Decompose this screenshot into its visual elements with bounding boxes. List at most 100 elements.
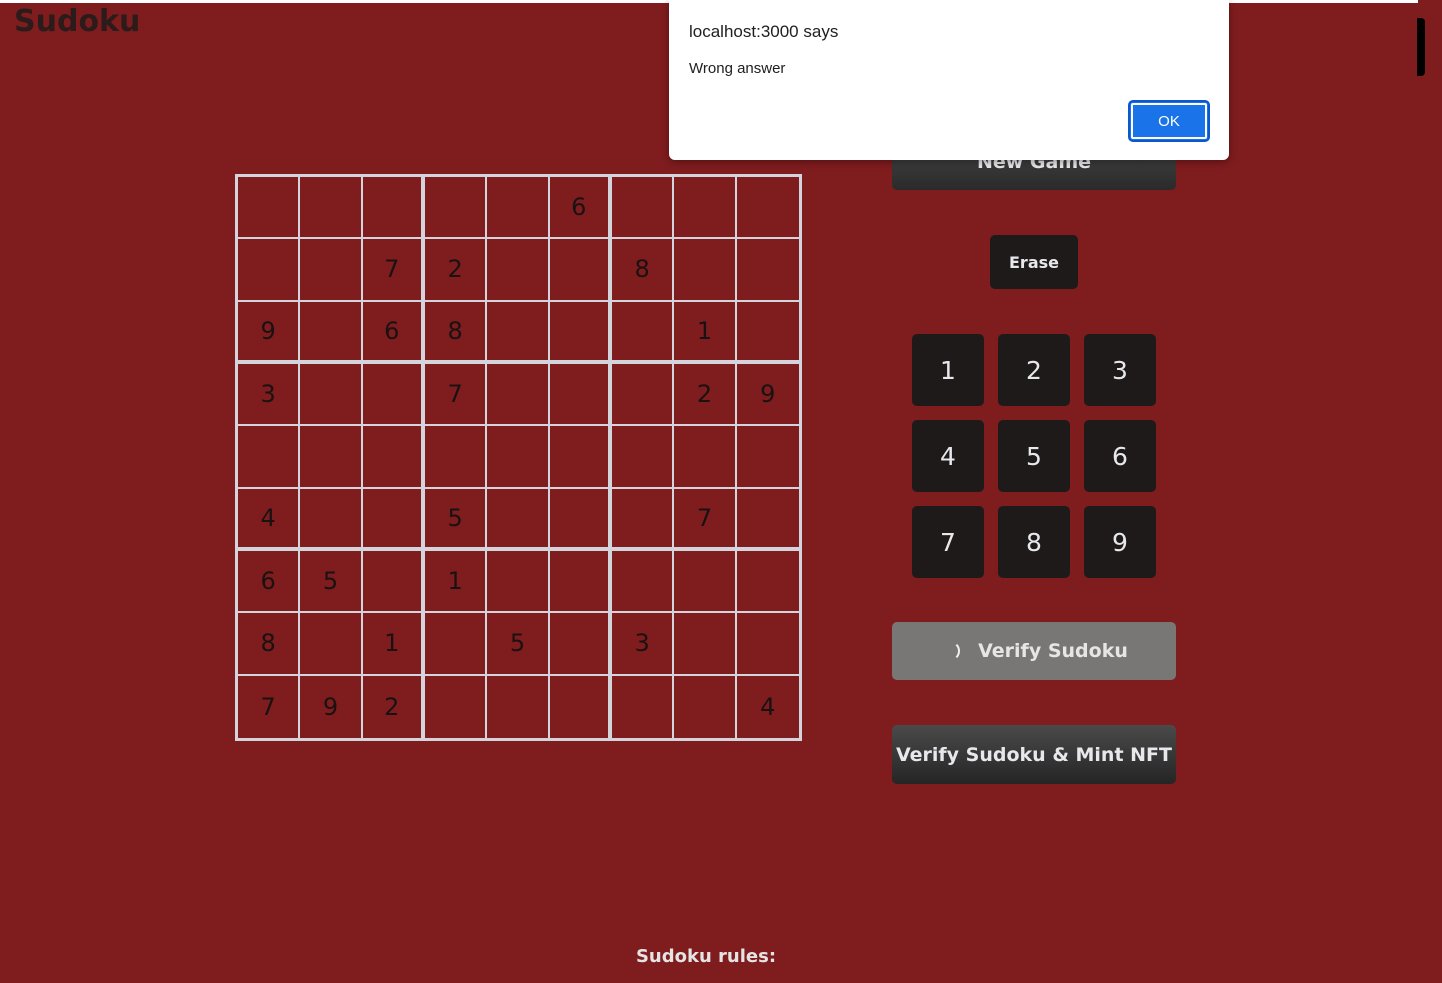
sudoku-cell[interactable] [300,426,363,489]
sudoku-cell[interactable] [487,301,550,364]
number-button-5[interactable]: 5 [998,420,1070,492]
sudoku-cell[interactable] [549,613,612,676]
sudoku-cell[interactable]: 6 [549,177,612,240]
sudoku-cell[interactable] [424,613,488,676]
sudoku-cell[interactable] [736,177,799,240]
dialog-ok-button[interactable]: OK [1128,100,1210,142]
number-button-1[interactable]: 1 [912,334,984,406]
sudoku-cell[interactable] [487,177,550,240]
sudoku-cell[interactable]: 4 [238,488,301,551]
sudoku-cell[interactable] [300,488,363,551]
sudoku-cell[interactable]: 7 [238,675,301,738]
sudoku-cell[interactable] [487,426,550,489]
number-button-2[interactable]: 2 [998,334,1070,406]
sudoku-cell[interactable]: 9 [300,675,363,738]
loading-spinner-icon [940,641,961,661]
sudoku-cell[interactable]: 6 [238,550,301,614]
sudoku-cell[interactable] [300,177,363,240]
sudoku-cell[interactable] [300,363,363,427]
sudoku-cell[interactable]: 1 [424,550,488,614]
sudoku-cell[interactable] [611,301,675,364]
sudoku-cell[interactable] [487,550,550,614]
sudoku-cell[interactable]: 5 [300,550,363,614]
sudoku-cell[interactable] [674,550,737,614]
sudoku-cell[interactable] [611,363,675,427]
sudoku-cell[interactable] [300,613,363,676]
sudoku-cell[interactable]: 5 [487,613,550,676]
sudoku-cell[interactable]: 8 [238,613,301,676]
sudoku-cell[interactable] [736,613,799,676]
sudoku-cell[interactable]: 9 [238,301,301,364]
page-title: Sudoku [14,4,141,39]
sudoku-cell[interactable] [238,426,301,489]
sudoku-cell[interactable]: 7 [674,488,737,551]
sudoku-cell[interactable] [362,426,425,489]
sudoku-cell[interactable] [238,177,301,240]
sudoku-cell[interactable]: 3 [611,613,675,676]
number-button-4[interactable]: 4 [912,420,984,492]
sudoku-cell[interactable] [362,363,425,427]
sudoku-cell[interactable] [549,301,612,364]
sudoku-cell[interactable] [611,550,675,614]
sudoku-rules-heading: Sudoku rules: [635,946,777,967]
sudoku-cell[interactable] [736,239,799,302]
sudoku-cell[interactable] [674,675,737,738]
sudoku-cell[interactable] [424,177,488,240]
number-button-9[interactable]: 9 [1084,506,1156,578]
sudoku-cell[interactable]: 7 [424,363,488,427]
sudoku-cell[interactable] [362,488,425,551]
sudoku-cell[interactable] [549,363,612,427]
sudoku-cell[interactable]: 5 [424,488,488,551]
sudoku-cell[interactable] [736,489,799,551]
verify-sudoku-button[interactable]: Verify Sudoku [892,622,1176,680]
sudoku-cell[interactable]: 3 [238,363,301,427]
sudoku-cell[interactable] [238,239,301,302]
sudoku-cell[interactable] [612,675,675,738]
sudoku-cell[interactable] [674,177,737,240]
sudoku-cell[interactable] [549,426,612,489]
sudoku-cell[interactable] [487,363,550,427]
sudoku-cell[interactable] [674,239,737,302]
sudoku-cell[interactable]: 8 [424,301,488,364]
sudoku-cell[interactable] [549,239,612,302]
sudoku-cell[interactable]: 6 [362,301,425,364]
sudoku-cell[interactable] [362,177,425,240]
number-button-7[interactable]: 7 [912,506,984,578]
sudoku-cell[interactable] [674,613,737,676]
sudoku-cell[interactable]: 2 [424,239,488,302]
sudoku-cell[interactable] [425,675,488,738]
sudoku-cell[interactable]: 8 [611,239,675,302]
alert-dialog: localhost:3000 says Wrong answer OK [669,0,1229,160]
sudoku-cell[interactable] [736,426,799,489]
sudoku-cell[interactable] [611,426,675,489]
erase-button[interactable]: Erase [990,235,1078,289]
sudoku-cell[interactable] [611,488,675,551]
scrollbar-thumb[interactable] [1417,18,1425,76]
sudoku-cell[interactable] [549,550,612,614]
sudoku-cell[interactable] [611,177,675,240]
sudoku-cell[interactable] [549,488,612,551]
sudoku-cell[interactable] [736,551,799,614]
sudoku-cell[interactable] [300,301,363,364]
sudoku-cell[interactable] [674,426,737,489]
verify-and-mint-nft-button[interactable]: Verify Sudoku & Mint NFT [892,725,1176,784]
number-button-3[interactable]: 3 [1084,334,1156,406]
sudoku-cell[interactable]: 1 [362,613,425,676]
sudoku-cell[interactable] [300,239,363,302]
sudoku-cell[interactable]: 4 [737,676,799,738]
number-button-8[interactable]: 8 [998,506,1070,578]
sudoku-cell[interactable]: 2 [674,363,737,427]
sudoku-cell[interactable]: 2 [363,675,425,738]
sudoku-cell[interactable]: 1 [674,301,737,364]
sudoku-cell[interactable]: 9 [736,364,799,427]
sudoku-cell[interactable] [487,488,550,551]
sudoku-board: 67289681372945765181537924 [235,174,802,741]
sudoku-cell[interactable]: 7 [362,239,425,302]
sudoku-cell[interactable] [362,550,425,614]
sudoku-cell[interactable] [487,239,550,302]
sudoku-cell[interactable] [736,302,799,364]
number-button-6[interactable]: 6 [1084,420,1156,492]
sudoku-cell[interactable] [550,675,612,738]
sudoku-cell[interactable] [487,675,550,738]
sudoku-cell[interactable] [424,426,488,489]
